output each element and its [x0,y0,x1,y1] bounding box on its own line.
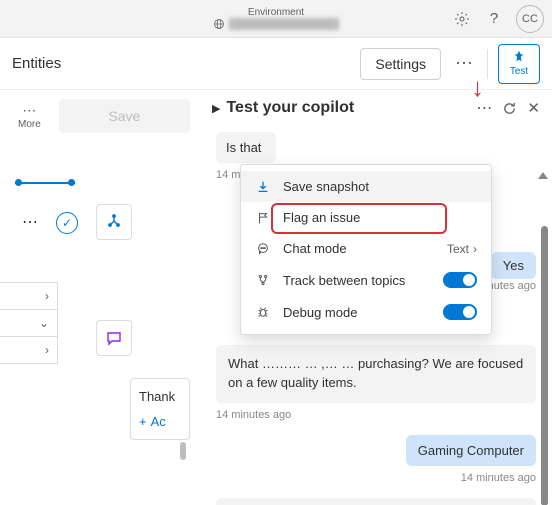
user-message: Gaming Computer [406,435,536,466]
top-bar: Environment ? CC [0,0,552,38]
timestamp: 14 minutes ago [216,472,536,484]
environment-indicator: Environment [213,8,339,30]
message-node-icon[interactable] [96,320,132,356]
download-icon [255,180,271,194]
environment-name-blurred [229,18,339,30]
environment-label: Environment [248,8,304,18]
add-action[interactable]: + Ac [139,414,181,429]
test-button-label: Test [510,66,528,77]
chat-body: Is that 14 minutes ago Save snapshot Fla… [200,126,552,505]
settings-button[interactable]: Settings [360,48,441,80]
bot-message-fragment: Is that [216,132,276,163]
chat-mode-value: Text › [447,242,477,256]
panel-title: Test your copilot [226,99,476,117]
canvas-scrollbar[interactable] [180,442,186,460]
scroll-up-icon[interactable] [538,172,548,179]
menu-label: Track between topics [283,273,431,288]
menu-label: Debug mode [283,305,431,320]
test-button[interactable]: Test [498,44,540,84]
menu-track-topics[interactable]: Track between topics [241,264,491,296]
chevron-right-icon: › [473,242,477,256]
mini-list: › ⌄ › [0,282,58,363]
divider [487,49,488,79]
bug-icon [255,305,271,319]
chat-icon [255,242,271,256]
menu-label: Chat mode [283,241,435,256]
connector-line [15,182,75,184]
settings-gear-icon[interactable] [452,9,472,29]
plus-icon: + [139,414,147,429]
debug-toggle[interactable] [443,304,477,320]
menu-debug-mode[interactable]: Debug mode [241,296,491,328]
panel-more-menu: Save snapshot Flag an issue Chat mode Te… [240,164,492,335]
track-icon [255,273,271,287]
mini-row[interactable]: › [0,282,58,310]
thank-card[interactable]: Thank + Ac [130,378,190,440]
mini-row[interactable]: ⌄ [0,309,58,337]
menu-save-snapshot[interactable]: Save snapshot [241,171,491,202]
panel-scrollbar[interactable] [541,226,548,505]
canvas-save-button[interactable]: Save [59,99,190,133]
connector-dot [68,179,75,186]
panel-header: ▶ Test your copilot ⋯ ✕ [200,90,552,126]
node-more-icon[interactable]: ⋯ [22,212,38,232]
sub-bar: Entities Settings ⋯ Test [0,38,552,90]
canvas-more-label: More [18,119,41,130]
menu-label: Flag an issue [283,210,477,225]
collapse-caret-icon[interactable]: ▶ [212,102,220,115]
user-avatar[interactable]: CC [516,5,544,33]
refresh-icon[interactable] [502,101,517,116]
bot-message: Go get 'em tiger! Sudoku helps keep the … [216,498,536,505]
timestamp: 14 minutes ago [216,409,536,421]
menu-flag-issue[interactable]: Flag an issue [241,202,491,233]
menu-chat-mode[interactable]: Chat mode Text › [241,233,491,264]
environment-info[interactable] [213,18,339,30]
pin-icon [512,50,526,64]
subbar-more-icon[interactable]: ⋯ [451,53,477,74]
canvas-more-button[interactable]: ⋯ More [10,98,49,134]
user-message: Yes [491,252,536,279]
panel-more-icon[interactable]: ⋯ [476,98,492,118]
add-label: Ac [151,414,166,429]
test-copilot-panel: ↓ ▶ Test your copilot ⋯ ✕ Is that 14 min… [200,90,552,505]
entities-crumb[interactable]: Entities [12,55,61,72]
globe-icon [213,18,225,30]
menu-label: Save snapshot [283,179,477,194]
help-icon[interactable]: ? [484,9,504,29]
track-toggle[interactable] [443,272,477,288]
canvas-column: ⋯ More Save ⋯ ✓ › ⌄ › Than [0,90,200,505]
connector-dot [15,179,22,186]
node-branch-icon[interactable] [96,204,132,240]
bot-message: What ……… … ,… … purchasing? We are focus… [216,345,536,403]
flag-icon [255,211,271,225]
close-icon[interactable]: ✕ [527,99,540,117]
thank-card-title: Thank [139,389,181,404]
mini-row[interactable]: › [0,336,58,364]
node-check-icon[interactable]: ✓ [56,212,78,234]
canvas-area[interactable]: ⋯ ✓ › ⌄ › Thank + Ac [0,142,200,492]
